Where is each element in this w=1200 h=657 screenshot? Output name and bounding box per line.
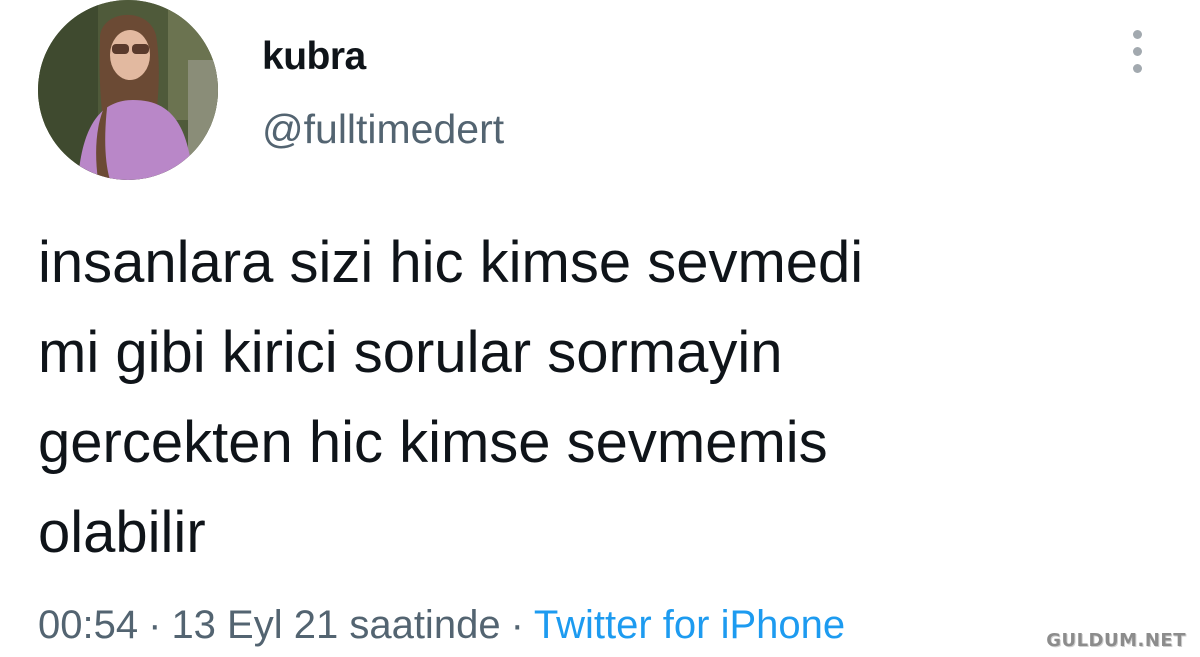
avatar[interactable] xyxy=(38,0,218,180)
tweet-metadata: 00:54 · 13 Eyl 21 saatinde · Twitter for iPh… xyxy=(38,600,845,650)
tweet-source-link[interactable]: Twitter for iPhone xyxy=(534,603,845,647)
user-handle[interactable]: @fulltimedert xyxy=(262,105,504,153)
tweet-time[interactable]: 00:54 xyxy=(38,603,138,647)
tweet-text-line: olabilir xyxy=(38,500,206,565)
meta-separator: · xyxy=(148,603,162,647)
display-name[interactable]: kubra xyxy=(262,34,366,80)
tweet-text-line: gercekten hic kimse sevmemis xyxy=(38,410,828,475)
more-options-icon[interactable] xyxy=(1124,30,1150,78)
tweet-date[interactable]: 13 Eyl 21 saatinde xyxy=(171,603,500,647)
tweet-text-line: insanlara sizi hic kimse sevmedi xyxy=(38,230,864,295)
meta-separator: · xyxy=(510,603,524,647)
watermark-logo: GULDUM.NET xyxy=(1038,628,1194,653)
tweet-text-line: mi gibi kirici sorular sormayin xyxy=(38,320,783,385)
avatar-photo xyxy=(38,0,218,180)
tweet-text: insanlara sizi hic kimse sevmedi mi gibi… xyxy=(38,218,1178,578)
